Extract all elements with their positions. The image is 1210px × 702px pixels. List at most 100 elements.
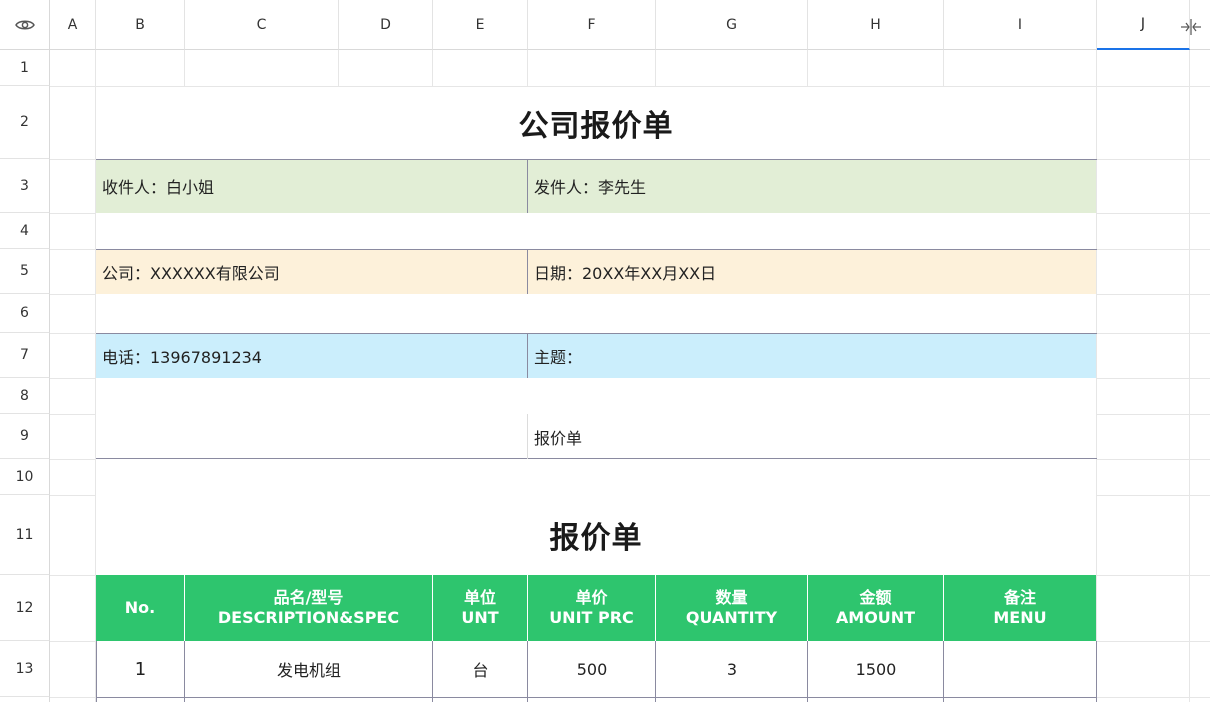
col-header-h[interactable]: H: [808, 0, 944, 50]
row-header-11[interactable]: 11: [0, 495, 50, 575]
header-label: 金额: [859, 588, 892, 607]
cell-border: [527, 414, 528, 459]
cell-border: [655, 641, 656, 702]
header-label-en: MENU: [993, 608, 1047, 627]
row-header-1[interactable]: 1: [0, 50, 50, 86]
table-header-amount[interactable]: 金额 AMOUNT: [808, 575, 944, 641]
table-cell-unit[interactable]: 台: [433, 641, 528, 697]
gridline: [50, 641, 96, 642]
gridline: [50, 459, 96, 460]
date-cell[interactable]: 日期：20XX年XX月XX日: [528, 249, 1096, 294]
col-header-d[interactable]: D: [339, 0, 433, 50]
row-header-3[interactable]: 3: [0, 159, 50, 213]
col-header-e[interactable]: E: [433, 0, 528, 50]
cell-border: [96, 641, 97, 702]
gridline: [50, 249, 96, 250]
col-header-a[interactable]: A: [50, 0, 96, 50]
col-header-f[interactable]: F: [528, 0, 656, 50]
col-header-g[interactable]: G: [656, 0, 808, 50]
gridline: [1097, 294, 1210, 295]
table-cell-remarks[interactable]: [944, 641, 1096, 697]
row-header-13[interactable]: 13: [0, 641, 50, 697]
spreadsheet: A B C D E F G H I J 1 2 3 4 5 6 7 8 9 10…: [0, 0, 1210, 702]
gridline: [338, 50, 339, 86]
eye-icon: [14, 20, 35, 29]
row-header-10[interactable]: 10: [0, 459, 50, 495]
table-header-remarks[interactable]: 备注 MENU: [944, 575, 1096, 641]
gridline: [1097, 414, 1210, 415]
gridline: [432, 50, 433, 86]
cell-border: [1096, 641, 1097, 702]
sender-cell[interactable]: 发件人：李先生: [528, 159, 1096, 213]
collapse-columns-icon[interactable]: [1180, 18, 1202, 36]
subject-cell[interactable]: 主题：: [528, 333, 1096, 378]
gridline: [1097, 575, 1210, 576]
empty-row-4[interactable]: [96, 213, 1096, 249]
row-header-6[interactable]: 6: [0, 294, 50, 333]
header-label: 品名/型号: [273, 588, 344, 607]
row-9-right-cell[interactable]: 报价单: [528, 414, 1096, 459]
empty-row-8[interactable]: [96, 378, 1096, 414]
row-header-2[interactable]: 2: [0, 86, 50, 159]
table-cell-unit-price[interactable]: 500: [528, 641, 656, 697]
cell-border: [943, 641, 944, 702]
row-header-8[interactable]: 8: [0, 378, 50, 414]
col-header-b[interactable]: B: [96, 0, 185, 50]
gridline: [943, 50, 944, 86]
row-header-14[interactable]: [0, 697, 50, 702]
row-header-12[interactable]: 12: [0, 575, 50, 641]
header-label-en: AMOUNT: [835, 608, 916, 627]
cell-border: [527, 641, 528, 702]
recipient-cell[interactable]: 收件人：白小姐: [96, 159, 527, 213]
gridline: [50, 159, 96, 160]
gridline: [1097, 333, 1210, 334]
empty-row-10[interactable]: [96, 459, 1096, 495]
row-header-4[interactable]: 4: [0, 213, 50, 249]
gridline: [50, 333, 96, 334]
table-cell-description[interactable]: 发电机组: [185, 641, 433, 697]
col-header-j[interactable]: J: [1097, 0, 1190, 50]
header-label: 单位: [463, 588, 496, 607]
visibility-toggle[interactable]: [0, 0, 50, 50]
row-header-9[interactable]: 9: [0, 414, 50, 459]
gridline: [1097, 641, 1210, 642]
table-cell-quantity[interactable]: 3: [656, 641, 808, 697]
header-label: No.: [124, 598, 156, 617]
cell-border: [96, 159, 1097, 160]
gridline: [1097, 378, 1210, 379]
header-label: 数量: [715, 588, 748, 607]
quote-subtitle[interactable]: 报价单: [96, 495, 1096, 575]
header-label-en: DESCRIPTION&SPEC: [217, 608, 400, 627]
gridline: [1097, 159, 1210, 160]
gridline: [1097, 697, 1210, 698]
gridline: [1097, 249, 1210, 250]
col-header-c[interactable]: C: [185, 0, 339, 50]
company-cell[interactable]: 公司：XXXXXX有限公司: [96, 249, 527, 294]
empty-row-6[interactable]: [96, 294, 1096, 333]
row-header-5[interactable]: 5: [0, 249, 50, 294]
gridline: [50, 697, 96, 698]
table-header-quantity[interactable]: 数量 QUANTITY: [656, 575, 808, 641]
table-header-unit-price[interactable]: 单价 UNIT PRC: [528, 575, 656, 641]
col-header-i[interactable]: I: [944, 0, 1097, 50]
cell-border: [96, 249, 1097, 250]
row-9-left-cell[interactable]: [96, 414, 527, 459]
cell-border: [96, 333, 1097, 334]
quote-title[interactable]: 公司报价单: [96, 86, 1096, 159]
header-label-en: UNIT PRC: [549, 608, 634, 627]
row-header-7[interactable]: 7: [0, 333, 50, 378]
gridline: [50, 575, 96, 576]
gridline: [655, 50, 656, 86]
gridline: [1189, 50, 1190, 702]
cell-border: [527, 249, 528, 294]
gridline: [50, 294, 96, 295]
table-header-no[interactable]: No.: [96, 575, 185, 641]
table-header-unit[interactable]: 单位 UNT: [433, 575, 528, 641]
gridline: [50, 414, 96, 415]
phone-cell[interactable]: 电话：13967891234: [96, 333, 527, 378]
gridline: [527, 50, 528, 86]
table-header-description[interactable]: 品名/型号 DESCRIPTION&SPEC: [185, 575, 433, 641]
table-cell-amount[interactable]: 1500: [808, 641, 944, 697]
table-cell-no[interactable]: 1: [96, 641, 185, 697]
cell-border: [527, 159, 528, 213]
